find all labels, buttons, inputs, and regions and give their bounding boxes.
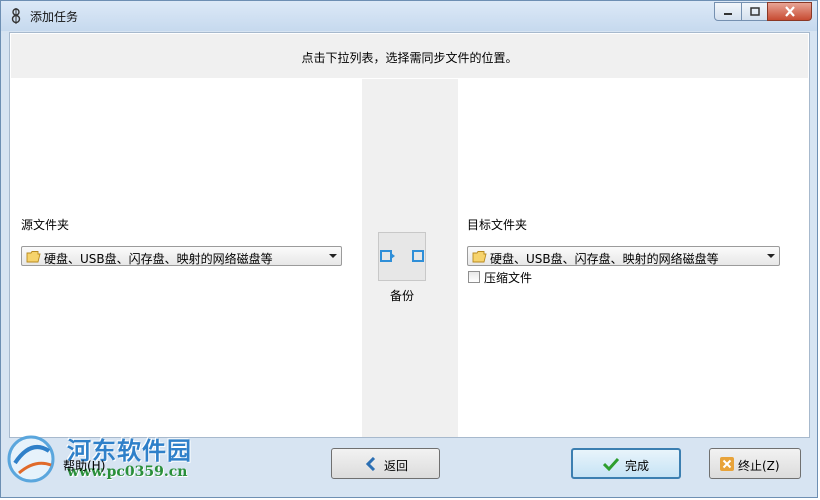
maximize-icon (749, 7, 760, 16)
target-folder-label: 目标文件夹 (467, 218, 528, 232)
source-folder-label: 源文件夹 (21, 218, 70, 232)
close-button[interactable] (767, 2, 812, 21)
minimize-icon (724, 12, 732, 15)
cancel-button[interactable]: 终止(Z) (709, 448, 801, 479)
compress-files-checkbox[interactable] (468, 271, 480, 283)
backup-direction-icon (380, 250, 424, 262)
target-folder-dropdown[interactable]: 硬盘、USB盘、闪存盘、映射的网络磁盘等 (467, 246, 780, 266)
minimize-button[interactable] (714, 2, 742, 21)
instruction-band: 点击下拉列表，选择需同步文件的位置。 (11, 34, 808, 78)
title-bar[interactable]: 添加任务 (1, 1, 817, 31)
window-title: 添加任务 (30, 10, 79, 24)
back-button[interactable]: 返回 (331, 448, 440, 479)
help-link[interactable]: 帮助(H) (63, 457, 105, 474)
add-task-window: 添加任务 点击下拉列表，选择需同步文件的位置。 源文件夹 硬盘、USB盘、闪存盘… (0, 0, 818, 498)
source-folder-dropdown[interactable]: 硬盘、USB盘、闪存盘、映射的网络磁盘等 (21, 246, 342, 266)
backup-mode-button[interactable] (378, 232, 426, 281)
finish-button[interactable]: 完成 (571, 448, 681, 479)
chevron-down-icon (329, 254, 337, 258)
chevron-down-icon (767, 254, 775, 258)
target-folder-value: 硬盘、USB盘、闪存盘、映射的网络磁盘等 (490, 252, 719, 266)
stop-icon (720, 457, 734, 471)
compress-files-label[interactable]: 压缩文件 (484, 269, 532, 286)
instruction-text: 点击下拉列表，选择需同步文件的位置。 (301, 51, 518, 65)
maximize-button[interactable] (741, 2, 768, 21)
source-folder-value: 硬盘、USB盘、闪存盘、映射的网络磁盘等 (44, 252, 273, 266)
close-icon (784, 6, 795, 17)
folder-icon (472, 251, 487, 263)
finish-button-label: 完成 (625, 459, 650, 473)
watermark-logo-icon (7, 435, 55, 483)
chevron-left-icon (365, 457, 376, 471)
sync-mode-label: 备份 (389, 289, 414, 303)
cancel-button-label: 终止(Z) (738, 459, 780, 473)
app-icon (11, 8, 21, 24)
watermark: 河东软件园 www.pc0359.cn (5, 427, 225, 489)
checkmark-icon (603, 457, 619, 471)
folder-icon (26, 251, 41, 263)
back-button-label: 返回 (384, 459, 409, 473)
